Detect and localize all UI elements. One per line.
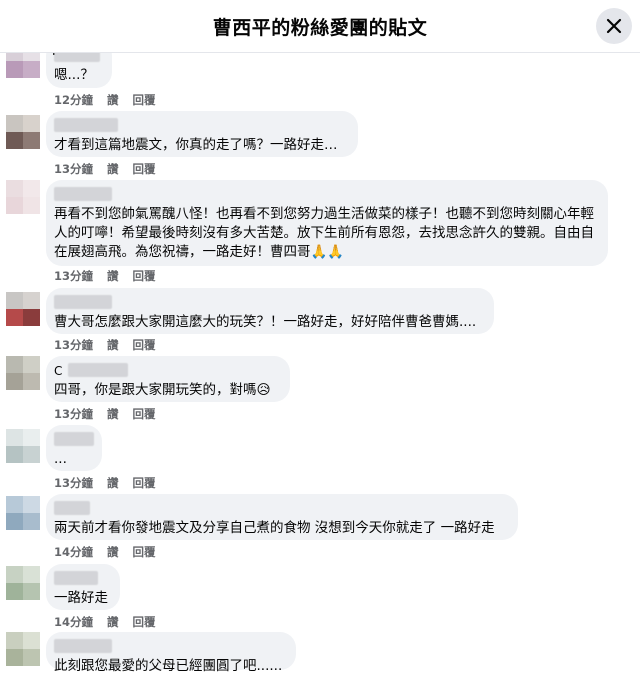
reply-link[interactable]: 回覆 (133, 338, 156, 352)
commenter-name[interactable] (54, 432, 94, 446)
comment-bubble: ... (46, 425, 102, 471)
comment-time[interactable]: 13分鐘 (54, 269, 93, 283)
close-icon (606, 18, 622, 34)
comment-actions: 12分鐘讚回覆 (54, 92, 170, 108)
comment-bubble: 兩天前才看你發地震文及分享自己煮的食物 沒想到今天你就走了 一路好走 (46, 494, 518, 540)
reply-link[interactable]: 回覆 (133, 545, 156, 559)
page-title: 曹西平的粉絲愛團的貼文 (212, 17, 428, 39)
commenter-name[interactable] (54, 501, 90, 515)
comment-actions: 13分鐘讚回覆 (54, 475, 170, 491)
comment-time[interactable]: 14分鐘 (54, 545, 93, 559)
like-link[interactable]: 讚 (107, 93, 119, 107)
avatar[interactable] (6, 115, 40, 149)
like-link[interactable]: 讚 (107, 162, 119, 176)
reply-link[interactable]: 回覆 (133, 615, 156, 629)
comment-bubble: 再看不到您帥氣罵醜八怪！也再看不到您努力過生活做菜的樣子！也聽不到您時刻關心年輕… (46, 180, 608, 266)
avatar[interactable] (6, 429, 40, 463)
like-link[interactable]: 讚 (107, 545, 119, 559)
avatar[interactable] (6, 292, 40, 326)
reply-link[interactable]: 回覆 (133, 93, 156, 107)
comment-time[interactable]: 12分鐘 (54, 93, 93, 107)
comment-actions: 13分鐘讚回覆 (54, 161, 170, 177)
reply-link[interactable]: 回覆 (133, 269, 156, 283)
comment-text: 此刻跟您最愛的父母已經團圓了吧...... (54, 658, 283, 674)
avatar[interactable] (6, 356, 40, 390)
comment-time[interactable]: 13分鐘 (54, 407, 93, 421)
comment-time[interactable]: 13分鐘 (54, 338, 93, 352)
reply-link[interactable]: 回覆 (133, 162, 156, 176)
like-link[interactable]: 讚 (107, 615, 119, 629)
comment-bubble: 曹大哥怎麼跟大家開這麼大的玩笑？！一路好走，好好陪伴曹爸曹媽.... (46, 288, 494, 334)
dialog-header: 曹西平的粉絲愛團的貼文 (0, 0, 640, 53)
comment-bubble: 此刻跟您最愛的父母已經團圓了吧...... (46, 632, 296, 674)
like-link[interactable]: 讚 (107, 338, 119, 352)
commenter-name[interactable] (54, 571, 98, 585)
comment-text: 才看到這篇地震文，你真的走了嗎？一路好走… (54, 137, 338, 153)
commenter-name[interactable] (54, 187, 112, 201)
like-link[interactable]: 讚 (107, 269, 119, 283)
comment-text: 再看不到您帥氣罵醜八怪！也再看不到您努力過生活做菜的樣子！也聽不到您時刻關心年輕… (54, 206, 594, 260)
comment-text: 嗯...？ (54, 67, 94, 83)
avatar[interactable] (6, 496, 40, 530)
reply-link[interactable]: 回覆 (133, 407, 156, 421)
avatar[interactable] (6, 566, 40, 600)
comment-text: 曹大哥怎麼跟大家開這麼大的玩笑？！一路好走，好好陪伴曹爸曹媽.... (54, 314, 477, 330)
comment-actions: 14分鐘讚回覆 (54, 544, 170, 560)
commenter-initial: C (54, 364, 63, 378)
comment-time[interactable]: 14分鐘 (54, 615, 93, 629)
comment-time[interactable]: 13分鐘 (54, 476, 93, 490)
commenter-name[interactable] (54, 639, 112, 653)
reply-link[interactable]: 回覆 (133, 476, 156, 490)
avatar[interactable] (6, 632, 40, 666)
comment-actions: 14分鐘讚回覆 (54, 614, 170, 630)
comment-actions: 13分鐘讚回覆 (54, 406, 170, 422)
comment-text: 一路好走 (54, 590, 108, 606)
comment-time[interactable]: 13分鐘 (54, 162, 93, 176)
avatar[interactable] (6, 180, 40, 214)
comment-actions: 13分鐘讚回覆 (54, 337, 170, 353)
comment-bubble: 才看到這篇地震文，你真的走了嗎？一路好走… (46, 111, 358, 157)
comment-text: ... (54, 451, 67, 467)
comment-bubble: 一路好走 (46, 564, 120, 610)
comment-actions: 13分鐘讚回覆 (54, 268, 170, 284)
close-button[interactable] (596, 8, 632, 44)
like-link[interactable]: 讚 (107, 476, 119, 490)
commenter-name[interactable] (68, 363, 128, 377)
like-link[interactable]: 讚 (107, 407, 119, 421)
comment-bubble: 四哥，你是跟大家開玩笑的，對嗎😥 (46, 356, 290, 402)
commenter-name[interactable] (54, 295, 112, 309)
comment-text: 兩天前才看你發地震文及分享自己煮的食物 沒想到今天你就走了 一路好走 (54, 520, 495, 536)
comment-text: 四哥，你是跟大家開玩笑的，對嗎😥 (54, 382, 271, 398)
commenter-name[interactable] (54, 118, 118, 132)
